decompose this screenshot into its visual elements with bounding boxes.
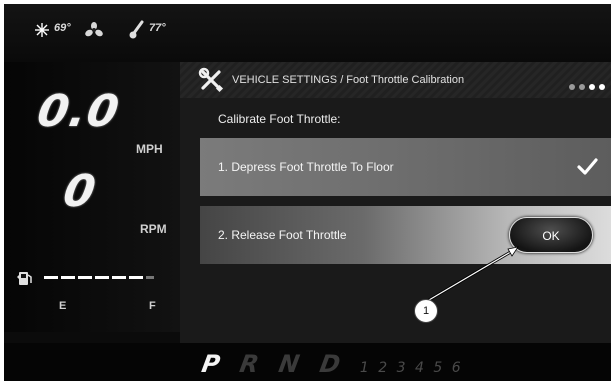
- gear-3: 3: [396, 360, 406, 376]
- cabin-temperature: 69°: [54, 22, 71, 34]
- fuel-empty-label: E: [59, 300, 67, 312]
- step-2-row: 2. Release Foot Throttle OK: [200, 206, 611, 264]
- gear-5: 5: [433, 360, 443, 376]
- fan-icon: [85, 22, 103, 37]
- callout-marker: 1: [414, 299, 438, 323]
- speed-unit: MPH: [136, 142, 163, 156]
- page-indicator: [565, 77, 605, 95]
- speed-readout: 0.0: [33, 86, 124, 137]
- outside-temperature: 77°: [149, 22, 166, 34]
- settings-panel: VEHICLE SETTINGS / Foot Throttle Calibra…: [180, 62, 611, 343]
- settings-title: VEHICLE SETTINGS / Foot Throttle Calibra…: [232, 74, 465, 86]
- calibrate-label: Calibrate Foot Throttle:: [218, 112, 341, 126]
- gear-neutral: N: [276, 350, 302, 378]
- gear-2: 2: [378, 360, 388, 376]
- ok-button[interactable]: OK: [509, 217, 593, 253]
- gear-reverse: R: [237, 350, 261, 378]
- step-1-label: 1. Depress Foot Throttle To Floor: [218, 160, 394, 174]
- dashboard-display: 69° 77° 0.0 MPH 0 RPM E F VEHICLE SETTIN…: [4, 4, 611, 381]
- fuel-full-label: F: [149, 300, 156, 312]
- gear-4: 4: [415, 360, 424, 376]
- thermometer-icon: [129, 20, 144, 39]
- settings-header: VEHICLE SETTINGS / Foot Throttle Calibra…: [180, 62, 611, 98]
- step-1-row: 1. Depress Foot Throttle To Floor: [200, 138, 611, 196]
- rpm-readout: 0: [59, 166, 101, 217]
- climate-bar: 69° 77°: [4, 4, 611, 62]
- checkmark-icon: [577, 158, 598, 175]
- gear-6: 6: [451, 360, 461, 376]
- rpm-unit: RPM: [140, 222, 167, 236]
- fuel-pump-icon: [17, 272, 32, 285]
- gauge-panel: 0.0 MPH 0 RPM E F: [4, 62, 180, 332]
- gear-1: 1: [359, 360, 369, 376]
- gear-indicator: P R N D 1 2 3 4 5 6: [4, 343, 611, 381]
- gear-park: P: [199, 350, 223, 378]
- snowflake-icon: [35, 23, 49, 37]
- wrench-screwdriver-icon: [198, 67, 224, 93]
- gear-drive: D: [317, 350, 342, 378]
- step-2-label: 2. Release Foot Throttle: [218, 228, 347, 242]
